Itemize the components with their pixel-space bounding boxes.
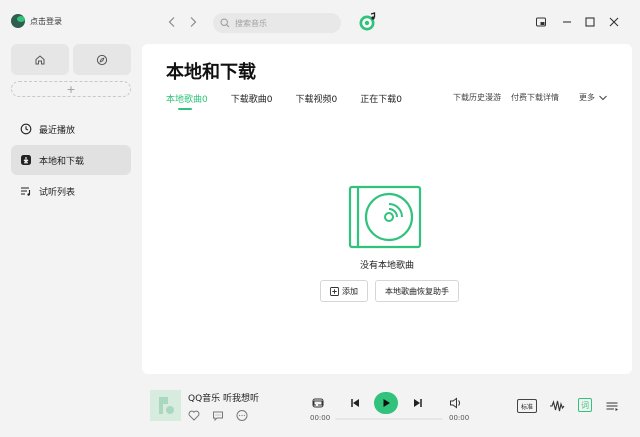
- maximize-icon: [585, 17, 595, 27]
- skip-next-icon: [414, 399, 422, 407]
- next-button[interactable]: [410, 395, 426, 411]
- music-note-disc-icon: [359, 12, 376, 31]
- avatar: [11, 14, 25, 28]
- play-mode-button[interactable]: [310, 395, 326, 411]
- tab-bar: 本地歌曲0 下载歌曲0 下载视频0 正在下载0: [166, 92, 425, 110]
- login-button[interactable]: 点击登录: [11, 14, 62, 28]
- time-total: 00:00: [449, 414, 470, 422]
- add-shortcut-button[interactable]: +: [11, 81, 131, 97]
- compass-icon: [96, 54, 108, 65]
- tab-local-songs[interactable]: 本地歌曲0: [166, 92, 208, 110]
- forward-button[interactable]: [186, 15, 200, 29]
- add-song-label: 添加: [342, 286, 358, 296]
- playlist-icon: [20, 185, 32, 197]
- empty-cd-icon: [348, 185, 422, 249]
- download-icon: [20, 154, 32, 166]
- song-title[interactable]: QQ音乐 听我想听: [188, 391, 259, 404]
- empty-state-text: 没有本地歌曲: [359, 261, 414, 271]
- chevron-left-icon: [168, 17, 175, 27]
- add-song-button[interactable]: 添加: [320, 280, 368, 302]
- chevron-right-icon: [190, 17, 197, 27]
- clock-icon: [20, 123, 32, 135]
- volume-icon: [450, 397, 461, 409]
- home-button[interactable]: [11, 44, 69, 75]
- play-icon: [383, 399, 390, 407]
- song-actions: [187, 408, 249, 422]
- paid-download-details-link[interactable]: 付费下载详情: [511, 92, 559, 103]
- sidebar-item-label: 最近播放: [39, 125, 76, 136]
- search-input[interactable]: 搜索音乐: [213, 13, 341, 33]
- tab-links: 下载历史漫游 付费下载详情 更多: [443, 92, 608, 103]
- sidebar-item-label: 本地和下载: [39, 156, 85, 167]
- sidebar-item-trial-list[interactable]: 试听列表: [11, 176, 131, 206]
- comment-button[interactable]: [211, 408, 225, 422]
- playlist-button[interactable]: [604, 398, 620, 414]
- previous-button[interactable]: [347, 395, 363, 411]
- play-button[interactable]: [374, 392, 398, 414]
- time-current: 00:00: [310, 414, 331, 422]
- home-icon: [35, 54, 45, 64]
- plus-icon: +: [66, 82, 76, 96]
- close-button[interactable]: [608, 16, 620, 28]
- quality-button[interactable]: 标准: [517, 399, 537, 413]
- page-title: 本地和下载: [166, 62, 256, 83]
- more-menu-button[interactable]: 更多: [569, 92, 608, 103]
- restore-assistant-button[interactable]: 本地歌曲恢复助手: [375, 280, 459, 302]
- more-actions-button[interactable]: [235, 408, 249, 422]
- search-icon: [220, 18, 230, 28]
- login-label: 点击登录: [30, 16, 62, 26]
- repeat-icon: [312, 398, 324, 408]
- heart-icon: [188, 410, 200, 421]
- sidebar-item-label: 试听列表: [39, 187, 76, 198]
- chevron-down-icon: [599, 95, 607, 100]
- search-placeholder: 搜索音乐: [235, 18, 267, 28]
- sidebar: 点击登录 + 最近播放 本地和下载 试听列表: [0, 0, 142, 437]
- tab-downloaded-songs[interactable]: 下载歌曲0: [231, 92, 273, 105]
- tab-downloading[interactable]: 正在下载0: [360, 92, 402, 105]
- close-icon: [609, 17, 619, 27]
- mini-mode-button[interactable]: [535, 16, 547, 28]
- minimize-icon: [563, 21, 571, 23]
- maximize-button[interactable]: [584, 16, 596, 28]
- lyrics-button[interactable]: 词: [578, 398, 592, 412]
- sound-effect-button[interactable]: [549, 398, 565, 414]
- plus-box-icon: [330, 286, 339, 296]
- player-bar: QQ音乐 听我想听 00:00 00:00 标准 词: [0, 382, 640, 437]
- music-recognition-button[interactable]: [357, 12, 377, 32]
- empty-actions: 添加 本地歌曲恢复助手: [320, 280, 459, 302]
- skip-previous-icon: [351, 399, 359, 407]
- main-panel: 本地和下载 本地歌曲0 下载歌曲0 下载视频0 正在下载0 下载历史漫游 付费下…: [142, 44, 632, 374]
- minimize-button[interactable]: [561, 16, 573, 28]
- album-cover[interactable]: [150, 390, 181, 421]
- waveform-icon: [550, 400, 565, 412]
- qq-music-logo-icon: [150, 390, 181, 421]
- more-label: 更多: [579, 93, 595, 102]
- back-button[interactable]: [165, 15, 179, 29]
- explore-button[interactable]: [73, 44, 131, 75]
- comment-icon: [213, 411, 223, 421]
- download-history-link[interactable]: 下载历史漫游: [453, 92, 501, 103]
- queue-icon: [606, 402, 618, 411]
- more-dots-icon: [236, 409, 248, 421]
- like-button[interactable]: [187, 408, 201, 422]
- mini-player-icon: [536, 17, 546, 27]
- tab-downloaded-videos[interactable]: 下载视频0: [295, 92, 337, 105]
- sidebar-item-local-download[interactable]: 本地和下载: [11, 145, 131, 175]
- volume-button[interactable]: [448, 395, 464, 411]
- sidebar-item-recent[interactable]: 最近播放: [11, 114, 131, 144]
- progress-bar[interactable]: [335, 418, 443, 420]
